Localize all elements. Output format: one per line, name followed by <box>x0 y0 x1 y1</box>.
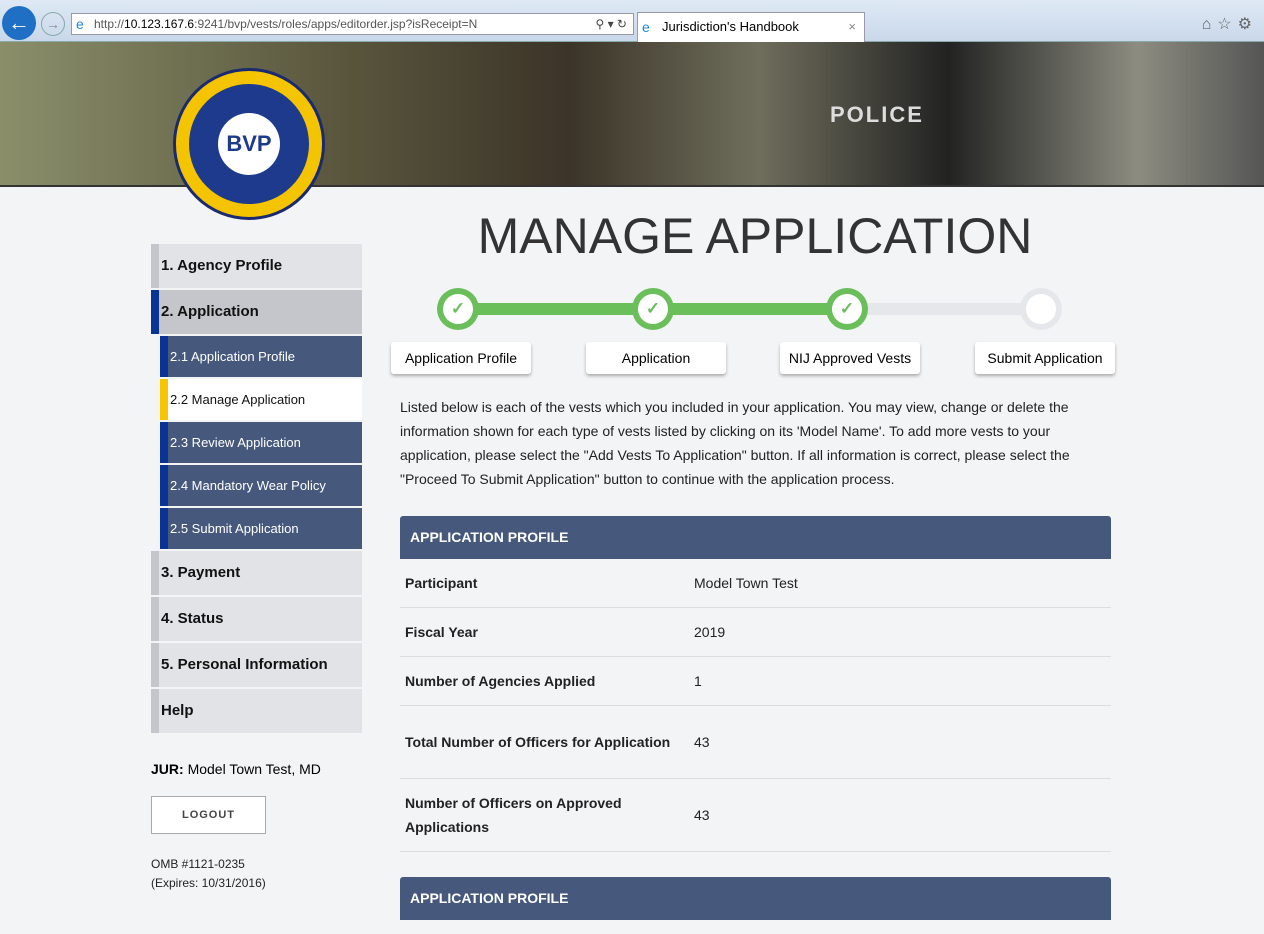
step-check-icon: ✓ <box>437 288 479 330</box>
address-bar[interactable]: e http://10.123.167.6:9241/bvp/vests/role… <box>71 13 634 35</box>
ie-icon: e <box>76 16 84 32</box>
jur-value: Model Town Test, MD <box>187 761 321 777</box>
sidebar-sub-application-profile[interactable]: 2.1 Application Profile <box>160 336 362 377</box>
omb-number: OMB #1121-0235 <box>151 857 245 871</box>
progress-track <box>458 303 1043 315</box>
row-value: 43 <box>694 734 710 750</box>
url-rest: :9241/bvp/vests/roles/apps/editorder.jsp… <box>194 17 478 31</box>
row-label: Fiscal Year <box>405 624 478 640</box>
ie-icon: e <box>642 19 650 35</box>
sidebar-sub-review-application[interactable]: 2.3 Review Application <box>160 422 362 463</box>
browser-toolbar: ← → e http://10.123.167.6:9241/bvp/vests/… <box>0 0 1264 42</box>
sidebar-item-status[interactable]: 4. Status <box>151 597 362 641</box>
row-label: Participant <box>405 575 478 591</box>
row-label: Total Number of Officers for Application <box>405 734 671 750</box>
table-row: Number of Agencies Applied 1 <box>400 657 1111 706</box>
logout-button[interactable]: LOGOUT <box>151 796 266 834</box>
step-nij-approved-vests[interactable]: NIJ Approved Vests <box>780 342 920 374</box>
sidebar-item-payment[interactable]: 3. Payment <box>151 551 362 595</box>
close-tab-icon[interactable]: × <box>848 13 856 41</box>
forward-button[interactable]: → <box>41 12 65 36</box>
browser-tab[interactable]: e Jurisdiction's Handbook × <box>637 12 865 42</box>
step-submit-application[interactable]: Submit Application <box>975 342 1115 374</box>
sidebar-sub-mandatory-wear-policy[interactable]: 2.4 Mandatory Wear Policy <box>160 465 362 506</box>
table-row: Fiscal Year 2019 <box>400 608 1111 657</box>
back-button[interactable]: ← <box>2 6 36 40</box>
page-title: MANAGE APPLICATION <box>477 208 1033 264</box>
sidebar-item-personal-information[interactable]: 5. Personal Information <box>151 643 362 687</box>
step-check-icon: ✓ <box>632 288 674 330</box>
row-label: Number of Officers on Approved Applicati… <box>405 795 622 835</box>
sidebar-nav: 1. Agency Profile 2. Application 2.1 App… <box>151 244 362 735</box>
row-value: 43 <box>694 807 710 823</box>
home-favorites-settings-icons[interactable]: ⌂☆⚙ <box>1202 14 1258 34</box>
sidebar-item-help[interactable]: Help <box>151 689 362 733</box>
application-profile-table-2: APPLICATION PROFILE <box>400 877 1111 920</box>
step-check-icon: ✓ <box>826 288 868 330</box>
sidebar-item-application[interactable]: 2. Application <box>151 290 362 334</box>
jur-label: JUR: <box>151 761 184 777</box>
row-value: Model Town Test <box>694 575 798 591</box>
table-header: APPLICATION PROFILE <box>400 516 1111 559</box>
row-label: Number of Agencies Applied <box>405 673 596 689</box>
intro-text: Listed below is each of the vests which … <box>400 399 1070 487</box>
tab-title: Jurisdiction's Handbook <box>662 19 799 34</box>
step-pending-icon <box>1020 288 1062 330</box>
row-value: 1 <box>694 673 702 689</box>
sidebar-sub-manage-application[interactable]: 2.2 Manage Application <box>160 379 362 420</box>
url-prefix: http:// <box>94 17 125 31</box>
table-row: Participant Model Town Test <box>400 559 1111 608</box>
url-host: 10.123.167.6 <box>124 17 195 31</box>
application-profile-table: APPLICATION PROFILE Participant Model Tow… <box>400 516 1111 852</box>
table-row: Total Number of Officers for Application… <box>400 706 1111 779</box>
sidebar-item-agency-profile[interactable]: 1. Agency Profile <box>151 244 362 288</box>
police-text: POLICE <box>830 102 924 127</box>
search-refresh-icon[interactable]: ⚲ ▾ ↻ <box>595 14 627 34</box>
step-application[interactable]: Application <box>586 342 726 374</box>
omb-info: OMB #1121-0235 (Expires: 10/31/2016) <box>151 855 266 893</box>
omb-expires: (Expires: 10/31/2016) <box>151 876 266 890</box>
step-application-profile[interactable]: Application Profile <box>391 342 531 374</box>
bvp-logo: BVP <box>173 68 325 220</box>
sidebar-sub-submit-application[interactable]: 2.5 Submit Application <box>160 508 362 549</box>
jurisdiction-info: JUR: Model Town Test, MD <box>151 761 321 777</box>
table-header: APPLICATION PROFILE <box>400 877 1111 920</box>
table-row: Number of Officers on Approved Applicati… <box>400 779 1111 852</box>
row-value: 2019 <box>694 624 726 640</box>
